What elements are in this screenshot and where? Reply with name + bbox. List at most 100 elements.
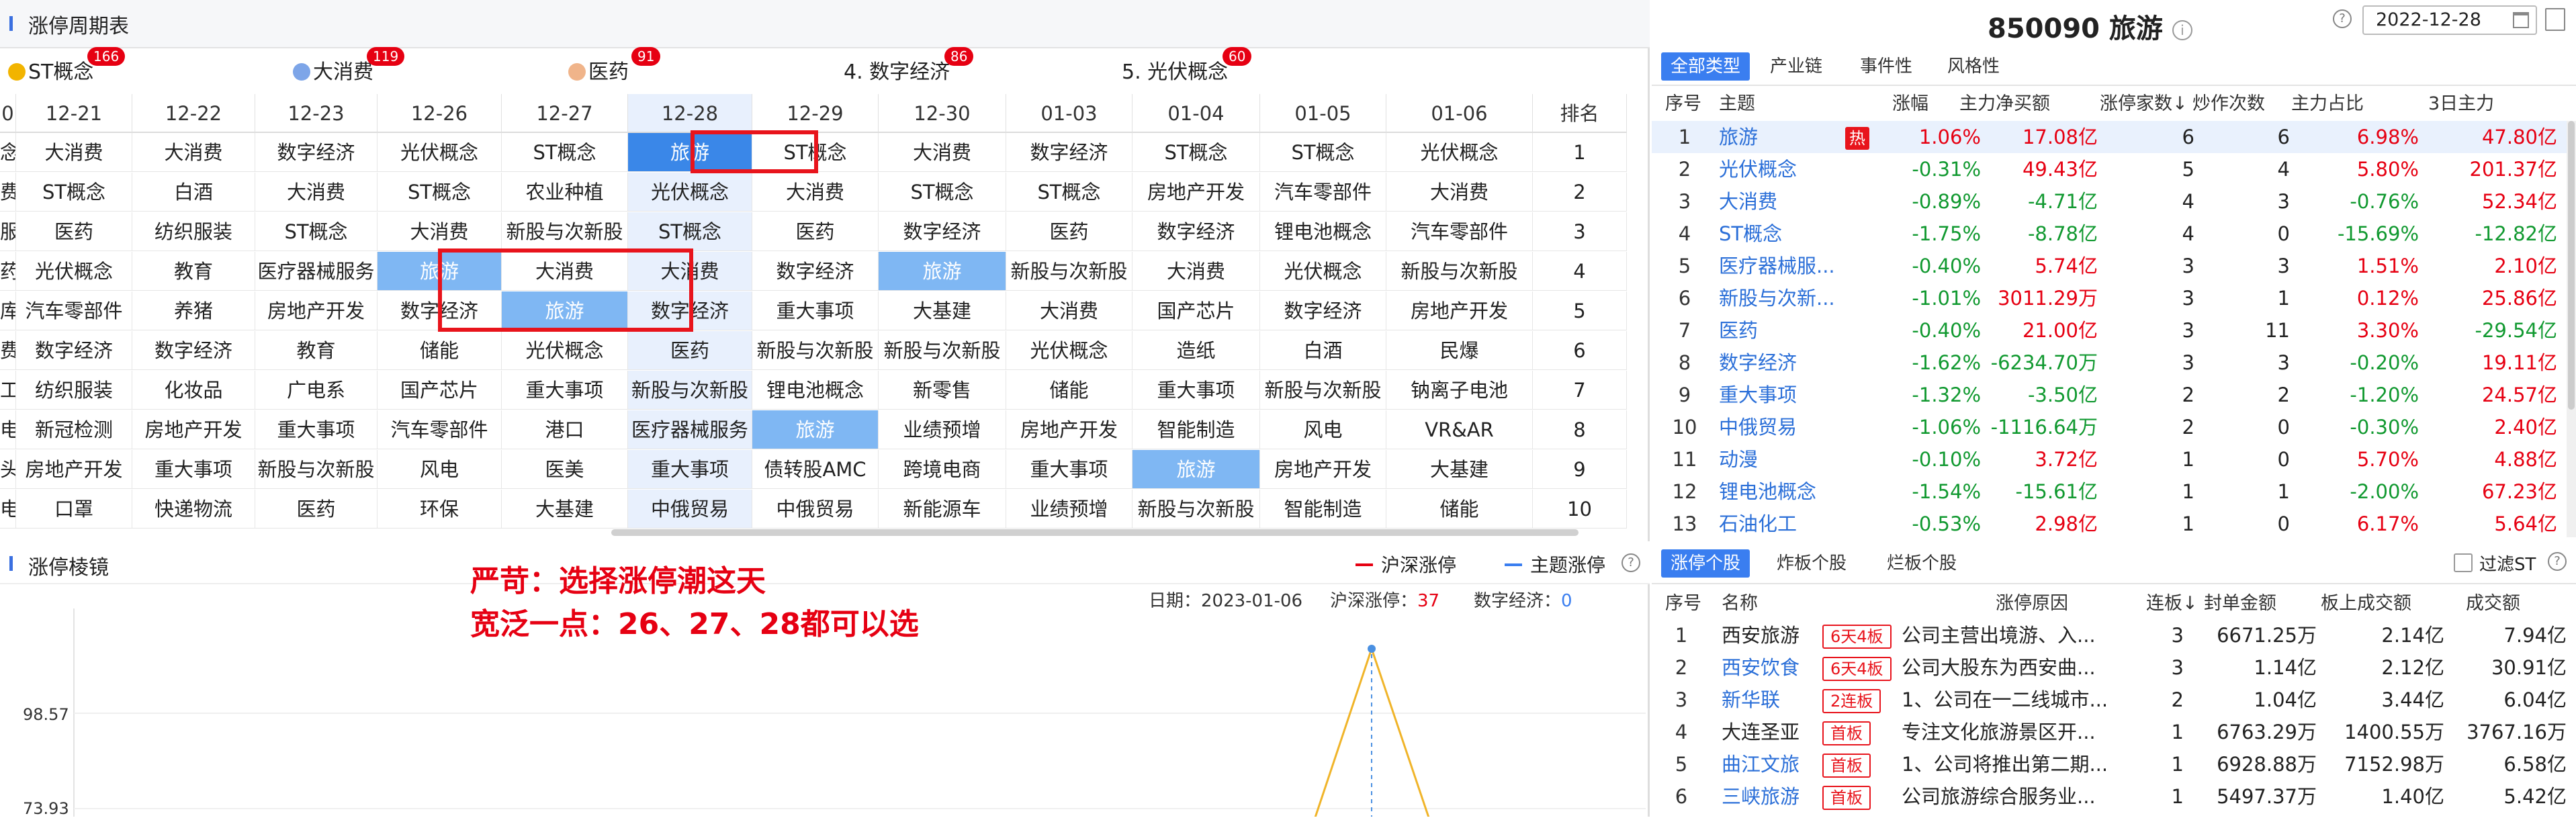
data-point[interactable] (1368, 645, 1376, 653)
theme-cell[interactable]: ST概念 (1260, 133, 1386, 172)
theme-name[interactable]: 光伏概念 (1719, 153, 1864, 185)
theme-cell[interactable]: 新零售 (879, 371, 1006, 410)
tab-0[interactable]: 全部类型 (1661, 52, 1750, 81)
theme-cell[interactable]: 白酒 (132, 173, 255, 212)
theme-cell[interactable]: 数字经济 (16, 331, 132, 370)
theme-cell[interactable]: 念 (0, 133, 16, 172)
table-row[interactable]: 1 西安旅游 6天4板 公司主营出境游、入... 3 6671.25万 2.14亿 7.94亿 (1652, 619, 2576, 651)
theme-cell[interactable]: 房地产开发 (1006, 410, 1132, 449)
theme-cell[interactable]: 医药 (255, 490, 377, 529)
stock-tab-0[interactable]: 涨停个股 (1661, 549, 1750, 578)
filter-st-checkbox[interactable] (2454, 553, 2473, 572)
legend-theme[interactable]: 主题涨停 (1505, 551, 1605, 578)
table-row[interactable]: 2 光伏概念 -0.31% 49.43亿 5 4 5.80% 201.37亿 (1652, 153, 2576, 185)
theme-cell[interactable]: 跨境电商 (879, 450, 1006, 489)
theme-name[interactable]: 石油化工 (1719, 508, 1864, 540)
theme-cell[interactable]: ST概念 (1132, 133, 1260, 172)
column-header[interactable]: 12-21 (16, 94, 132, 133)
theme-cell[interactable]: 库车 (0, 291, 16, 330)
theme-cell[interactable]: 新冠检测 (16, 410, 132, 449)
theme-cell[interactable]: 重大事项 (1006, 450, 1132, 489)
theme-cell[interactable]: 光伏概念 (1006, 331, 1132, 370)
theme-cell[interactable]: 大消费 (255, 173, 377, 212)
theme-cell[interactable]: 费 (0, 331, 16, 370)
theme-cell[interactable]: 锂电池概念 (1260, 212, 1386, 251)
table-row[interactable]: 2 西安饮食 6天4板 公司大股东为西安曲... 3 1.14亿 2.12亿 30.91亿 (1652, 651, 2576, 684)
theme-cell[interactable]: ST概念 (879, 173, 1006, 212)
theme-cell[interactable]: 大基建 (879, 291, 1006, 330)
theme-cell[interactable]: 电池 (0, 410, 16, 449)
theme-name[interactable]: 大消费 (1719, 185, 1864, 218)
theme-cell[interactable]: 房地产开发 (1132, 173, 1260, 212)
theme-cell[interactable]: ST概念 (628, 212, 752, 251)
theme-cell[interactable]: 养猪 (132, 291, 255, 330)
theme-cell[interactable]: 房地产开发 (255, 291, 377, 330)
date-picker[interactable]: 2022-12-28 (2362, 5, 2537, 35)
theme-cell[interactable]: 汽车零部件 (16, 291, 132, 330)
theme-cell[interactable]: 大消费 (132, 133, 255, 172)
column-header[interactable]: 12-26 (377, 94, 502, 133)
theme-cell[interactable]: 新股与次新股 (1132, 490, 1260, 529)
theme-cell[interactable]: 光伏概念 (628, 173, 752, 212)
theme-cell[interactable]: 大基建 (1386, 450, 1533, 489)
theme-cell[interactable]: 光伏概念 (16, 252, 132, 291)
theme-cell[interactable]: 口罩 (16, 490, 132, 529)
theme-cell[interactable]: 医药 (628, 331, 752, 370)
stock-name[interactable]: 三峡旅游 (1722, 780, 1816, 813)
theme-cell[interactable]: 重大事项 (255, 410, 377, 449)
theme-cell[interactable]: 国产芯片 (377, 371, 502, 410)
theme-cell[interactable]: 数字经济 (1006, 133, 1132, 172)
theme-cell[interactable]: 新股与次新股 (879, 331, 1006, 370)
theme-cell[interactable]: 广电系 (255, 371, 377, 410)
stock-name[interactable]: 大连圣亚 (1722, 716, 1816, 748)
theme-cell[interactable]: 风电 (377, 450, 502, 489)
theme-cell[interactable]: ST概念 (255, 212, 377, 251)
theme-cell[interactable]: 造纸 (1132, 331, 1260, 370)
theme-cell[interactable]: 头 (0, 450, 16, 489)
theme-cell[interactable]: 国产芯片 (1132, 291, 1260, 330)
theme-cell[interactable]: 数字经济 (1260, 291, 1386, 330)
theme-name[interactable]: 重大事项 (1719, 379, 1864, 411)
stock-name[interactable]: 西安饮食 (1722, 651, 1816, 684)
theme-cell[interactable]: 重大事项 (132, 450, 255, 489)
column-header[interactable]: 01-03 (1006, 94, 1132, 133)
theme-cell[interactable]: 光伏概念 (502, 331, 628, 370)
tab-3[interactable]: 风格性 (1938, 52, 2009, 81)
theme-cell[interactable]: 重大事项 (1132, 371, 1260, 410)
table-row[interactable]: 1 旅游热 1.06% 17.08亿 6 6 6.98% 47.80亿 (1652, 121, 2576, 153)
theme-cell[interactable]: 化妆品 (132, 371, 255, 410)
theme-cell[interactable]: 汽车零部件 (377, 410, 502, 449)
theme-cell[interactable]: 智能制造 (1132, 410, 1260, 449)
theme-cell[interactable]: 医药 (752, 212, 879, 251)
theme-cell[interactable]: 纺织服装 (16, 371, 132, 410)
concept-item[interactable]: 5. 光伏概念 60 (1122, 47, 1252, 85)
theme-cell[interactable]: 新股与次新股 (1386, 252, 1533, 291)
col-theme[interactable]: 主题 (1719, 87, 1755, 121)
table-row[interactable]: 7 医药 -0.40% 21.00亿 3 11 3.30% -29.54亿 (1652, 314, 2576, 347)
stock-tab-1[interactable]: 炸板个股 (1767, 549, 1856, 578)
table-row[interactable]: 3 大消费 -0.89% -4.71亿 4 3 -0.76% 52.34亿 (1652, 185, 2576, 218)
theme-cell[interactable]: 钠离子电池 (1386, 371, 1533, 410)
theme-cell[interactable]: 锂电池概念 (752, 371, 879, 410)
theme-cell[interactable]: 房地产开发 (132, 410, 255, 449)
col-reason[interactable]: 涨停原因 (1996, 587, 2068, 621)
help-icon[interactable]: ? (2333, 9, 2352, 28)
theme-cell[interactable]: 数字经济 (255, 133, 377, 172)
theme-name[interactable]: 旅游 (1719, 121, 1864, 153)
concept-item[interactable]: 4. 数字经济 86 (844, 47, 974, 85)
theme-cell[interactable]: 医美 (502, 450, 628, 489)
theme-cell[interactable]: 新股与次新股 (628, 371, 752, 410)
table-row[interactable]: 9 重大事项 -1.32% -3.50亿 2 2 -1.20% 24.57亿 (1652, 379, 2576, 411)
table-row[interactable]: 4 ST概念 -1.75% -8.78亿 4 0 -15.69% -12.82亿 (1652, 218, 2576, 250)
theme-cell[interactable]: 旅游 (752, 410, 879, 449)
theme-cell[interactable]: 服装 (0, 212, 16, 251)
theme-cell[interactable]: 数字经济 (752, 252, 879, 291)
theme-cell[interactable]: 大消费 (1386, 173, 1533, 212)
theme-cell[interactable]: 数字经济 (1132, 212, 1260, 251)
tab-2[interactable]: 事件性 (1851, 52, 1922, 81)
table-row[interactable]: 8 数字经济 -1.62% -6234.70万 3 3 -0.20% 19.11亿 (1652, 347, 2576, 379)
theme-cell[interactable]: 新股与次新股 (255, 450, 377, 489)
theme-cell[interactable]: ST概念 (1006, 173, 1132, 212)
theme-cell[interactable]: 债转股AMC (752, 450, 879, 489)
theme-cell[interactable]: 工 (0, 371, 16, 410)
